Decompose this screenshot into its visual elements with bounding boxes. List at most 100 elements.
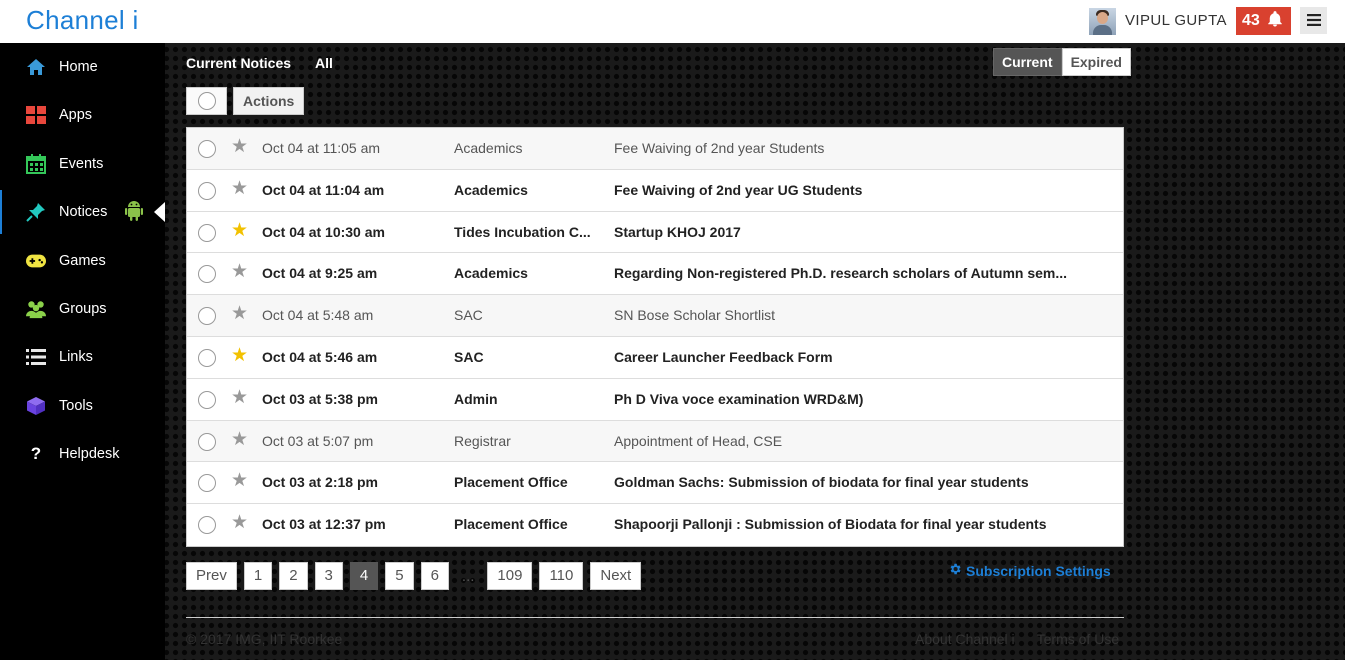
top-bar: Channel i VIPUL GUPTA 43 <box>0 0 1345 43</box>
row-checkbox[interactable] <box>198 181 216 200</box>
notice-title[interactable]: Career Launcher Feedback Form <box>614 349 1084 365</box>
row-checkbox[interactable] <box>198 474 216 493</box>
notice-title[interactable]: Fee Waiving of 2nd year UG Students <box>614 182 1084 198</box>
table-row[interactable]: ★ Oct 04 at 9:25 am Academics Regarding Non… <box>187 253 1123 296</box>
checkbox-circle-icon <box>198 474 216 493</box>
row-checkbox[interactable] <box>198 140 216 158</box>
star-icon[interactable]: ★ <box>231 220 248 241</box>
expired-button[interactable]: Expired <box>1061 48 1131 76</box>
row-checkbox[interactable] <box>198 307 216 326</box>
gear-icon <box>948 562 962 579</box>
page-button-109[interactable]: 109 <box>487 562 533 590</box>
row-checkbox[interactable] <box>198 432 216 451</box>
sidebar-item-events[interactable]: Events <box>0 140 165 188</box>
notice-title[interactable]: Shapoorji Pallonji : Submission of Bioda… <box>614 516 1084 532</box>
sidebar-item-home[interactable]: Home <box>0 43 165 91</box>
sidebar-item-notices[interactable]: Notices <box>0 188 165 236</box>
checkbox-circle-icon <box>198 432 216 451</box>
notice-date: Oct 04 at 9:25 am <box>262 265 378 282</box>
list-icon <box>26 347 46 367</box>
page-button-6[interactable]: 6 <box>420 562 449 590</box>
notice-date: Oct 03 at 5:07 pm <box>262 432 374 449</box>
brand-logo[interactable]: Channel i <box>26 5 139 36</box>
checkbox-circle-icon <box>198 181 216 200</box>
checkbox-circle-icon <box>198 140 216 158</box>
page-button-110[interactable]: 110 <box>539 562 584 590</box>
current-button[interactable]: Current <box>993 48 1062 76</box>
subscription-settings-label: Subscription Settings <box>966 562 1111 579</box>
table-row[interactable]: ★ Oct 03 at 5:38 pm Admin Ph D Viva voce ex… <box>187 378 1123 421</box>
table-row[interactable]: ★ Oct 03 at 12:37 pm Placement Office Shapo… <box>187 504 1123 546</box>
page-button-4[interactable]: 4 <box>349 562 379 590</box>
notice-title[interactable]: Ph D Viva voce examination WRD&M) <box>614 391 1084 407</box>
tab-all[interactable]: All <box>315 55 333 71</box>
terms-link[interactable]: Terms of Use <box>1037 631 1119 647</box>
copyright-text: © 2017 IMG, IIT Roorkee <box>186 631 343 647</box>
notice-date: Oct 04 at 11:04 am <box>262 181 385 198</box>
notice-title[interactable]: Goldman Sachs: Submission of biodata for… <box>614 474 1084 490</box>
row-checkbox[interactable] <box>198 223 216 242</box>
sidebar-item-apps[interactable]: Apps <box>0 91 165 139</box>
star-icon[interactable]: ★ <box>231 262 248 282</box>
page-button-3[interactable]: 3 <box>314 562 343 590</box>
actions-button[interactable]: Actions <box>233 87 305 115</box>
android-icon <box>124 199 144 225</box>
notification-button[interactable]: 43 <box>1236 7 1291 35</box>
sidebar-item-games[interactable]: Games <box>0 237 165 285</box>
about-link[interactable]: About Channel i <box>915 631 1015 647</box>
page-button-2[interactable]: 2 <box>279 562 308 590</box>
notice-date: Oct 04 at 5:46 am <box>262 348 378 365</box>
notice-category: Academics <box>454 265 528 282</box>
notice-title[interactable]: Fee Waiving of 2nd year Students <box>614 140 1084 156</box>
star-icon[interactable]: ★ <box>231 304 248 324</box>
star-icon[interactable]: ★ <box>231 429 248 450</box>
page-button-5[interactable]: 5 <box>385 562 414 590</box>
sidebar-item-tools[interactable]: Tools <box>0 382 165 430</box>
footer-divider <box>186 617 1124 618</box>
notice-title[interactable]: SN Bose Scholar Shortlist <box>614 307 1084 323</box>
table-row[interactable]: ★ Oct 03 at 2:18 pm Placement Office Goldma… <box>187 462 1123 505</box>
table-row[interactable]: ★ Oct 04 at 11:04 am Academics Fee Waiving … <box>187 169 1123 212</box>
star-icon[interactable]: ★ <box>231 513 248 533</box>
row-checkbox[interactable] <box>198 390 216 409</box>
star-icon[interactable]: ★ <box>231 471 248 491</box>
calendar-icon <box>26 154 46 174</box>
page-button-1[interactable]: 1 <box>243 562 273 590</box>
gamepad-icon <box>26 251 46 271</box>
notice-date: Oct 04 at 10:30 am <box>262 223 385 240</box>
sidebar-item-groups[interactable]: Groups <box>0 285 165 333</box>
row-checkbox[interactable] <box>198 516 216 535</box>
sidebar-item-helpdesk[interactable]: ? Helpdesk <box>0 430 165 478</box>
subscription-settings-link[interactable]: Subscription Settings <box>948 562 1111 579</box>
row-checkbox[interactable] <box>198 348 216 367</box>
next-page-button[interactable]: Next <box>590 562 642 590</box>
sidebar-item-links[interactable]: Links <box>0 333 165 381</box>
table-row[interactable]: ★ Oct 04 at 10:30 am Tides Incubation C...… <box>187 211 1123 254</box>
row-checkbox[interactable] <box>198 265 216 284</box>
notice-date: Oct 03 at 2:18 pm <box>262 474 378 491</box>
menu-button[interactable] <box>1300 7 1327 34</box>
notice-date: Oct 04 at 11:05 am <box>262 140 381 156</box>
question-icon: ? <box>30 444 42 463</box>
table-row[interactable]: ★ Oct 04 at 11:05 am Academics Fee Waiving … <box>187 128 1123 170</box>
notice-title[interactable]: Appointment of Head, CSE <box>614 433 1084 449</box>
star-icon[interactable]: ★ <box>231 345 248 366</box>
star-icon[interactable]: ★ <box>231 387 248 408</box>
checkbox-circle-icon <box>198 223 216 242</box>
notice-tabs: Current Notices All <box>186 55 333 71</box>
notice-category: Placement Office <box>454 474 568 491</box>
prev-page-button[interactable]: Prev <box>186 562 237 590</box>
notice-title[interactable]: Regarding Non-registered Ph.D. research … <box>614 265 1084 281</box>
table-row[interactable]: ★ Oct 04 at 5:46 am SAC Career Launcher Fee… <box>187 336 1123 379</box>
sidebar: Home Apps Events Notices Games Groups Li… <box>0 43 165 660</box>
tab-current-notices[interactable]: Current Notices <box>186 55 291 71</box>
checkbox-circle-icon <box>198 265 216 284</box>
star-icon[interactable]: ★ <box>231 178 248 199</box>
star-icon[interactable]: ★ <box>231 137 248 157</box>
select-all-checkbox[interactable] <box>186 87 227 115</box>
avatar[interactable] <box>1089 8 1116 35</box>
notice-title[interactable]: Startup KHOJ 2017 <box>614 224 1084 240</box>
user-name[interactable]: VIPUL GUPTA <box>1125 12 1227 29</box>
table-row[interactable]: ★ Oct 04 at 5:48 am SAC SN Bose Scholar Sho… <box>187 295 1123 337</box>
table-row[interactable]: ★ Oct 03 at 5:07 pm Registrar Appointment o… <box>187 420 1123 463</box>
